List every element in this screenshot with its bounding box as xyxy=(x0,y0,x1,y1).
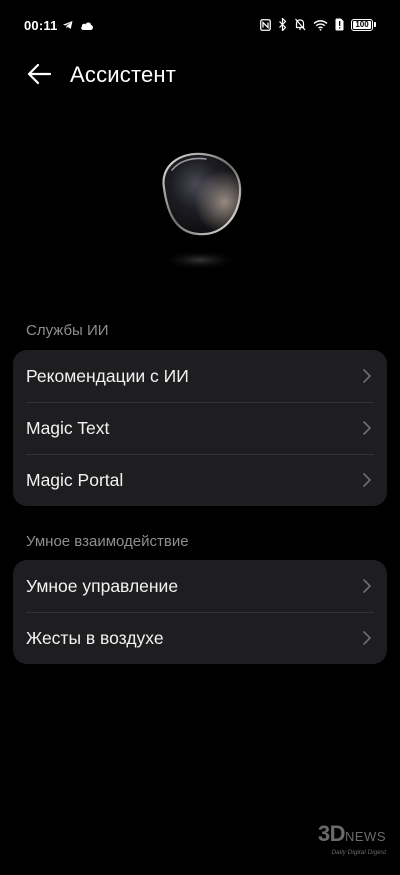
battery-indicator: 100 xyxy=(351,18,376,31)
settings-row-ai-recommendations[interactable]: Рекомендации с ИИ xyxy=(13,350,387,402)
assistant-orb-icon xyxy=(150,148,250,278)
telegram-icon xyxy=(62,19,74,31)
status-time: 00:11 xyxy=(24,18,58,33)
chevron-right-icon xyxy=(361,368,373,384)
settings-row-label: Умное управление xyxy=(26,575,179,596)
settings-row-label: Жесты в воздухе xyxy=(26,627,164,648)
bluetooth-icon xyxy=(278,18,287,31)
cloud-icon xyxy=(80,20,94,31)
status-left-icons xyxy=(62,19,94,31)
settings-row-label: Magic Text xyxy=(26,417,110,438)
nfc-icon xyxy=(260,18,271,31)
battery-tip xyxy=(374,22,376,27)
status-right-icons: 100 xyxy=(260,18,376,31)
settings-row-magic-portal[interactable]: Magic Portal xyxy=(13,454,387,506)
section-label-ai-services: Службы ИИ xyxy=(26,322,109,339)
header: Ассистент xyxy=(0,52,400,100)
settings-card-smart-interaction: Умное управление Жесты в воздухе xyxy=(13,560,387,664)
watermark-logo: 3DNEWS Daily Digital Digest xyxy=(306,823,386,857)
sim-alert-icon xyxy=(335,18,344,31)
chevron-right-icon xyxy=(361,472,373,488)
watermark-tagline: Daily Digital Digest xyxy=(331,849,386,856)
mute-bell-icon xyxy=(294,18,306,31)
settings-row-magic-text[interactable]: Magic Text xyxy=(13,402,387,454)
battery-percent: 100 xyxy=(355,19,369,29)
watermark-logo-suffix: NEWS xyxy=(345,829,386,844)
arrow-left-icon xyxy=(27,63,52,90)
chevron-right-icon xyxy=(361,578,373,594)
battery-icon: 100 xyxy=(351,18,373,31)
watermark-brand: 3DNEWS xyxy=(306,823,386,848)
chevron-right-icon xyxy=(361,420,373,436)
wifi-icon xyxy=(313,19,328,31)
settings-row-label: Рекомендации с ИИ xyxy=(26,365,189,386)
settings-row-smart-control[interactable]: Умное управление xyxy=(13,560,387,612)
settings-row-label: Magic Portal xyxy=(26,469,124,490)
status-bar: 00:11 100 xyxy=(0,0,400,56)
settings-card-ai-services: Рекомендации с ИИ Magic Text Magic Porta… xyxy=(13,350,387,506)
settings-row-air-gestures[interactable]: Жесты в воздухе xyxy=(13,612,387,664)
chevron-right-icon xyxy=(361,630,373,646)
watermark-logo-main: 3D xyxy=(317,821,346,846)
back-button[interactable] xyxy=(22,60,56,92)
page-title: Ассистент xyxy=(70,62,177,87)
section-label-smart-interaction: Умное взаимодействие xyxy=(26,533,189,550)
